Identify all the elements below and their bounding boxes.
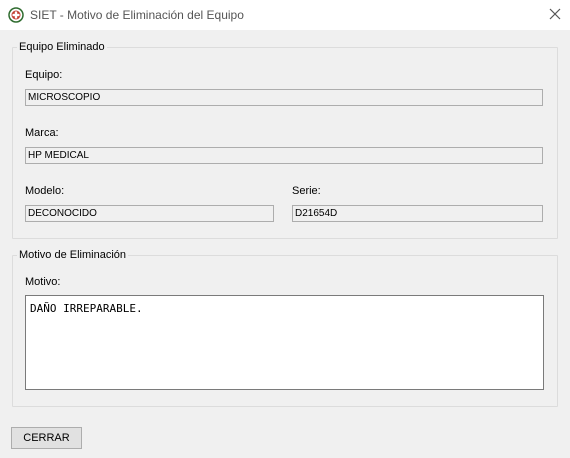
equipo-label: Equipo:: [25, 69, 63, 81]
marca-field[interactable]: HP MEDICAL: [25, 147, 543, 164]
serie-field[interactable]: D21654D: [292, 205, 543, 222]
cerrar-button[interactable]: CERRAR: [11, 427, 82, 449]
equipo-field[interactable]: MICROSCOPIO: [25, 89, 543, 106]
close-window-button[interactable]: [540, 0, 570, 30]
siet-logo-icon: [8, 7, 24, 23]
modelo-label: Modelo:: [25, 185, 65, 197]
title-bar: SIET - Motivo de Eliminación del Equipo: [0, 0, 570, 30]
motivo-label: Motivo:: [25, 276, 61, 288]
group-title-motivo: Motivo de Eliminación: [17, 249, 128, 261]
serie-label: Serie:: [292, 185, 321, 197]
window-title: SIET - Motivo de Eliminación del Equipo: [30, 8, 244, 22]
motivo-textarea[interactable]: DAÑO IRREPARABLE.: [25, 295, 544, 390]
group-title-equipo: Equipo Eliminado: [17, 41, 107, 53]
marca-label: Marca:: [25, 127, 59, 139]
close-icon: [549, 8, 561, 23]
modelo-field[interactable]: DECONOCIDO: [25, 205, 274, 222]
